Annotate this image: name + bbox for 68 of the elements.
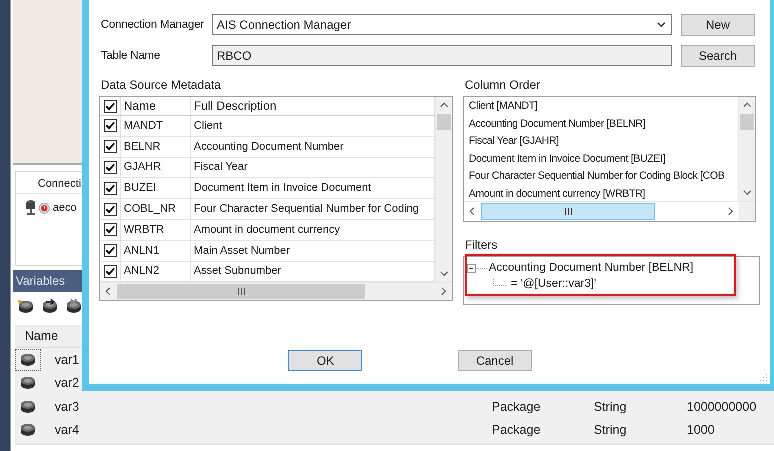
table-cell: WRBTR [121,220,191,240]
alert-icon [39,202,50,214]
scrollbar[interactable] [435,97,452,282]
checkbox[interactable] [104,160,116,174]
table-cell: ANLN1 [121,240,191,261]
table-cell-text: String [593,423,627,438]
scrollbar[interactable] [100,282,452,300]
scroll-thumb[interactable] [481,203,655,220]
checkbox[interactable] [104,264,116,278]
table-cell-text: var4 [54,423,80,438]
disc-icon [20,422,36,438]
checkbox[interactable] [104,202,116,216]
disc-plus-icon[interactable] [18,299,36,315]
table-cell-text: var2 [54,376,80,390]
disc-arrow-icon[interactable] [42,299,60,315]
checkbox[interactable] [104,182,116,195]
table-cell-text: Package [491,400,541,414]
field-label: Table Name [101,50,162,62]
server-icon [26,200,36,216]
table-cell: ANLN2 [121,262,191,282]
section-label: Filters [464,238,499,252]
list-item[interactable]: Fiscal Year [GJAHR] [469,133,738,150]
grip-icon [236,288,246,295]
checkbox[interactable] [104,119,116,132]
variable-icon-cell[interactable] [15,348,41,371]
table-cell-text: Package [491,423,541,438]
search-button[interactable]: Search [681,44,755,66]
disc-cross-icon[interactable] [66,299,84,315]
collapse-icon[interactable] [467,262,489,274]
connection-name[interactable]: aeco [53,202,77,214]
list-item[interactable]: Accounting Document Number [BELNR] [469,116,738,133]
table-name-field[interactable]: RBCO [212,45,672,66]
scrollbar[interactable] [464,201,755,221]
connection-dropdown[interactable]: AIS Connection Manager [212,14,672,35]
tree-item[interactable]: = '@[User::var3]' [511,278,596,290]
new-button[interactable]: New [681,14,755,36]
disc-icon [20,375,36,392]
scroll-thumb[interactable] [117,284,365,299]
table-cell: MANDT [121,116,191,136]
scrollbar[interactable] [738,97,755,201]
resize-grip-icon[interactable] [760,374,768,382]
table-cell-text: var1 [54,352,80,367]
checkbox[interactable] [104,223,116,236]
scroll-thumb[interactable] [740,114,754,130]
table-cell: COBL_NR [121,199,191,219]
checkbox[interactable] [104,140,116,154]
section-label: Data Source Metadata [100,78,222,92]
cancel-button[interactable]: Cancel [458,350,532,371]
list-item[interactable]: Document Item in Invoice Document [BUZEI] [469,150,738,168]
table-cell: GJAHR [121,158,191,178]
table-cell-text: var3 [54,400,80,414]
table-cell-text: 1000 [686,423,715,438]
checkbox[interactable] [104,100,116,112]
table-cell: BELNR [121,136,191,157]
table-cell: BUZEI [121,178,191,198]
ok-button[interactable]: OK [288,350,362,371]
table-cell-text: 1000000000 [686,400,757,414]
field-label: Connection Manager [101,18,206,30]
grip-icon [564,208,572,215]
scroll-thumb[interactable] [437,114,451,130]
table-cell-text: String [593,400,627,414]
scrollbar-corner [739,202,755,221]
checkbox[interactable] [104,244,116,258]
disc-icon [20,398,36,415]
section-label: Column Order [464,78,542,92]
column-header[interactable]: Name [121,97,191,115]
list-item[interactable]: Client [MANDT] [469,98,738,116]
disc-icon [20,352,36,368]
